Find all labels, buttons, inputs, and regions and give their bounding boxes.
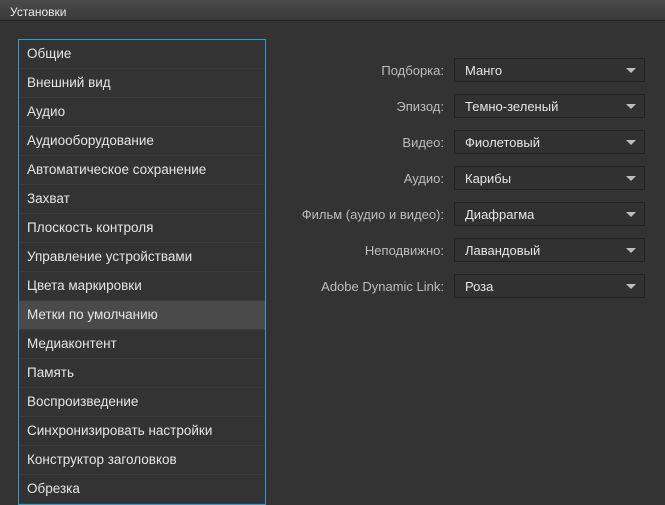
- settings-window: Установки Общие Внешний вид Аудио Аудиообор…: [0, 0, 665, 505]
- sidebar-item[interactable]: Аудио: [19, 98, 265, 127]
- sidebar-item-label: Цвета маркировки: [27, 278, 142, 293]
- form-label: Неподвижно:: [266, 243, 454, 258]
- form-row: Видео: Фиолетовый: [266, 129, 653, 155]
- content: Общие Внешний вид Аудио Аудиооборудование Ав…: [18, 39, 665, 505]
- sidebar-item-label: Обрезка: [27, 481, 80, 496]
- dropdown[interactable]: Диафрагма: [454, 202, 645, 226]
- content-wrap: Общие Внешний вид Аудио Аудиооборудование Ав…: [0, 21, 665, 505]
- chevron-down-icon: [626, 140, 636, 145]
- dropdown-value: Фиолетовый: [465, 135, 540, 150]
- sidebar-item[interactable]: Метки по умолчанию: [19, 301, 265, 330]
- dropdown[interactable]: Карибы: [454, 166, 645, 190]
- sidebar-item[interactable]: Автоматическое сохранение: [19, 156, 265, 185]
- form-row: Эпизод: Темно-зеленый: [266, 93, 653, 119]
- settings-form: Подборка: Манго Эпизод: Темно-зеленый Видео:…: [266, 39, 665, 505]
- dropdown-value: Манго: [465, 63, 502, 78]
- form-label: Эпизод:: [266, 99, 454, 114]
- sidebar-item-label: Метки по умолчанию: [27, 307, 158, 322]
- sidebar-item-label: Память: [27, 365, 74, 380]
- window-titlebar: Установки: [0, 0, 665, 21]
- sidebar-item-label: Синхронизировать настройки: [27, 423, 212, 438]
- chevron-down-icon: [626, 248, 636, 253]
- form-row: Adobe Dynamic Link: Роза: [266, 273, 653, 299]
- dropdown-value: Роза: [465, 279, 493, 294]
- sidebar-item-label: Аудио: [27, 104, 65, 119]
- sidebar-item[interactable]: Синхронизировать настройки: [19, 417, 265, 446]
- sidebar-item[interactable]: Общие: [19, 40, 265, 69]
- form-row: Подборка: Манго: [266, 57, 653, 83]
- sidebar-item[interactable]: Плоскость контроля: [19, 214, 265, 243]
- form-label: Аудио:: [266, 171, 454, 186]
- chevron-down-icon: [626, 212, 636, 217]
- sidebar-item-label: Аудиооборудование: [27, 133, 154, 148]
- sidebar-item[interactable]: Аудиооборудование: [19, 127, 265, 156]
- dropdown[interactable]: Темно-зеленый: [454, 94, 645, 118]
- sidebar-item[interactable]: Внешний вид: [19, 69, 265, 98]
- sidebar-item[interactable]: Конструктор заголовков: [19, 446, 265, 475]
- dropdown-value: Темно-зеленый: [465, 99, 558, 114]
- form-row: Аудио: Карибы: [266, 165, 653, 191]
- sidebar-item-label: Конструктор заголовков: [27, 452, 177, 467]
- form-row: Неподвижно: Лавандовый: [266, 237, 653, 263]
- sidebar-item[interactable]: Обрезка: [19, 475, 265, 504]
- sidebar-item-label: Внешний вид: [27, 75, 111, 90]
- sidebar-item[interactable]: Воспроизведение: [19, 388, 265, 417]
- form-label: Adobe Dynamic Link:: [266, 279, 454, 294]
- dropdown[interactable]: Роза: [454, 274, 645, 298]
- sidebar-item-label: Медиаконтент: [27, 336, 117, 351]
- sidebar-item[interactable]: Память: [19, 359, 265, 388]
- dropdown-value: Карибы: [465, 171, 511, 186]
- sidebar-item[interactable]: Цвета маркировки: [19, 272, 265, 301]
- form-row: Фильм (аудио и видео): Диафрагма: [266, 201, 653, 227]
- dropdown-value: Лавандовый: [465, 243, 540, 258]
- sidebar-item-label: Воспроизведение: [27, 394, 138, 409]
- sidebar-item-label: Плоскость контроля: [27, 220, 153, 235]
- window-title: Установки: [10, 5, 66, 19]
- form-label: Подборка:: [266, 63, 454, 78]
- form-label: Фильм (аудио и видео):: [266, 207, 454, 222]
- chevron-down-icon: [626, 68, 636, 73]
- sidebar-item-label: Захват: [27, 191, 70, 206]
- sidebar-item-label: Общие: [27, 46, 71, 61]
- sidebar-item[interactable]: Медиаконтент: [19, 330, 265, 359]
- dropdown[interactable]: Фиолетовый: [454, 130, 645, 154]
- form-label: Видео:: [266, 135, 454, 150]
- sidebar-item-label: Автоматическое сохранение: [27, 162, 206, 177]
- sidebar-item[interactable]: Захват: [19, 185, 265, 214]
- chevron-down-icon: [626, 104, 636, 109]
- sidebar-item-label: Управление устройствами: [27, 249, 192, 264]
- category-sidebar: Общие Внешний вид Аудио Аудиооборудование Ав…: [18, 39, 266, 505]
- chevron-down-icon: [626, 284, 636, 289]
- dropdown[interactable]: Манго: [454, 58, 645, 82]
- dropdown[interactable]: Лавандовый: [454, 238, 645, 262]
- sidebar-item[interactable]: Управление устройствами: [19, 243, 265, 272]
- chevron-down-icon: [626, 176, 636, 181]
- dropdown-value: Диафрагма: [465, 207, 534, 222]
